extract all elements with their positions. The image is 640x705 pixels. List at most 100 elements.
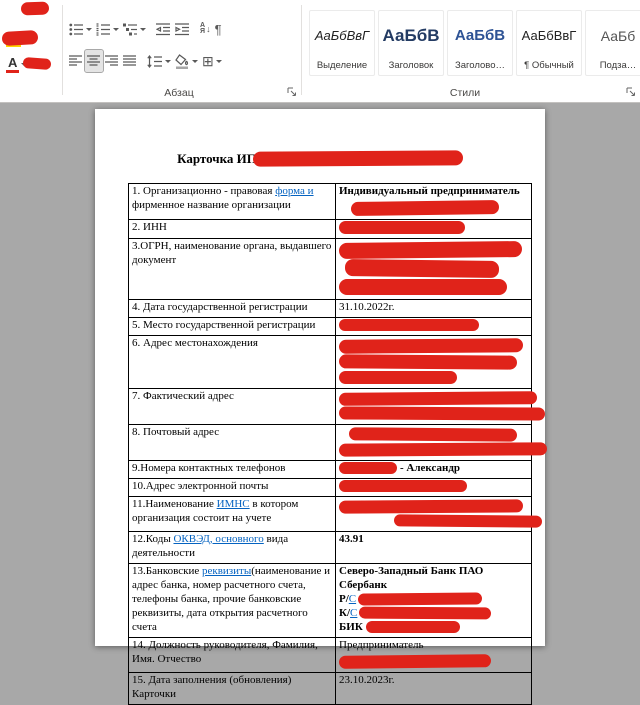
line-spacing-button[interactable] — [145, 50, 173, 72]
row4-label: 4. Дата государственной регистрации — [128, 298, 336, 318]
row11-value — [335, 495, 543, 532]
borders-button[interactable]: ⊞ — [200, 50, 224, 72]
redaction-mark — [252, 150, 463, 167]
hyperlink[interactable]: ОКВЭД, основного — [173, 533, 263, 545]
style-preview: АаБбВ — [454, 27, 506, 44]
increase-indent-icon — [175, 22, 189, 35]
redaction-mark — [338, 338, 524, 354]
document-page[interactable]: Карточка ИП 1. Организационно - правовая… — [95, 109, 548, 705]
align-left-button[interactable] — [67, 50, 85, 72]
align-left-icon — [69, 55, 82, 66]
bullet-list-icon — [69, 23, 83, 35]
row10-label: 10.Адрес электронной почты — [128, 477, 336, 497]
ribbon: ab А — [0, 0, 640, 103]
style-card-heading2[interactable]: АаБбВ Заголово… — [447, 10, 513, 76]
align-center-icon — [87, 55, 100, 66]
multilevel-list-icon — [123, 23, 137, 35]
row11-label: 11.Наименование ИМНС в котором организац… — [128, 495, 336, 532]
redaction-mark — [338, 499, 524, 514]
info-table: 1. Организационно - правовая форма и фир… — [128, 183, 548, 705]
redaction-mark — [339, 461, 397, 474]
hyperlink[interactable]: С — [349, 593, 356, 605]
row8-value — [335, 423, 548, 461]
table-row: 12.Коды ОКВЭД, основного вида деятельнос… — [128, 530, 532, 564]
row3-value — [335, 237, 532, 300]
increase-indent-button[interactable] — [173, 18, 192, 40]
styles-gallery: АаБбВвГ Выделение АаБбВ Заголовок АаБбВ … — [309, 10, 640, 76]
redaction-mark — [348, 427, 518, 442]
numbered-list-button[interactable] — [94, 18, 121, 40]
align-right-button[interactable] — [103, 50, 121, 72]
table-row: 11.Наименование ИМНС в котором организац… — [128, 495, 543, 532]
word-window: ab А — [0, 0, 640, 705]
table-row: 1. Организационно - правовая форма и фир… — [128, 183, 532, 220]
style-card-normal[interactable]: АаБбВвГ ¶ Обычный — [516, 10, 582, 76]
bullet-list-button[interactable] — [67, 18, 94, 40]
chevron-down-icon — [215, 59, 222, 63]
style-preview: АаБбВ — [382, 25, 440, 45]
style-preview: АаБб — [600, 27, 636, 44]
table-row: 10.Адрес электронной почты — [128, 477, 532, 497]
borders-icon: ⊞ — [202, 53, 214, 69]
row3-label: 3.ОГРН, наименование органа, выдавшего д… — [128, 237, 336, 300]
chevron-down-icon — [140, 27, 146, 31]
style-label: ¶ Обычный — [524, 60, 574, 71]
decrease-indent-button[interactable] — [154, 18, 173, 40]
row12-label: 12.Коды ОКВЭД, основного вида деятельнос… — [128, 530, 336, 564]
redaction-mark — [1, 30, 39, 46]
style-label: Подза… — [599, 60, 637, 71]
style-card-subtitle[interactable]: АаБб Подза… — [585, 10, 640, 76]
hyperlink[interactable]: С — [350, 607, 357, 619]
table-row: 15. Дата заполнения (обновления) Карточк… — [128, 671, 532, 705]
redaction-mark — [365, 620, 460, 633]
chevron-down-icon — [165, 59, 171, 63]
styles-dialog-launcher-icon[interactable] — [626, 87, 636, 97]
redaction-mark — [358, 592, 483, 606]
redaction-mark — [338, 406, 546, 421]
row5-value — [335, 316, 532, 336]
row7-label: 7. Фактический адрес — [128, 387, 336, 425]
chevron-down-icon — [86, 27, 92, 31]
paint-bucket-icon — [175, 53, 189, 69]
pilcrow-icon: ¶ — [214, 21, 222, 37]
row1-value: Индивидуальный предприниматель — [335, 183, 532, 220]
show-paragraph-marks-button[interactable]: ¶ — [213, 18, 224, 40]
table-row: 3.ОГРН, наименование органа, выдавшего д… — [128, 237, 532, 300]
row9-value: - Александр — [335, 459, 532, 479]
shading-button[interactable] — [173, 50, 200, 72]
align-right-icon — [105, 55, 118, 66]
table-row: 5. Место государственной регистрации — [128, 316, 532, 336]
paragraph-group-row2: ⊞ — [67, 49, 224, 73]
redaction-mark — [350, 199, 500, 217]
decrease-indent-icon — [156, 22, 170, 35]
style-card-heading1[interactable]: АаБбВ Заголовок — [378, 10, 444, 76]
redaction-mark — [339, 278, 507, 295]
hyperlink[interactable]: ИМНС — [217, 498, 250, 510]
table-row: 7. Фактический адрес — [128, 387, 546, 425]
paragraph-dialog-launcher-icon[interactable] — [287, 87, 297, 97]
redaction-mark — [338, 240, 523, 259]
sort-icon: АЯ ↓ — [200, 21, 211, 35]
justify-button[interactable] — [121, 50, 139, 72]
table-row: 2. ИНН — [128, 218, 532, 239]
style-preview: АаБбВвГ — [521, 28, 577, 43]
redaction-mark — [20, 1, 50, 16]
hyperlink[interactable]: форма и — [275, 185, 313, 197]
style-card-emphasis[interactable]: АаБбВвГ Выделение — [309, 10, 375, 76]
row12-value: 43.91 — [335, 530, 532, 564]
row6-label: 6. Адрес местонахождения — [128, 334, 336, 389]
redaction-mark — [359, 606, 492, 620]
bank-name: Северо-Западный Банк ПАО Сбербанк — [339, 564, 484, 591]
redaction-mark — [344, 258, 500, 278]
row14-label: 14. Должность руководителя, Фамилия, Имя… — [128, 636, 336, 673]
hyperlink[interactable]: реквизиты — [202, 565, 251, 577]
sort-button[interactable]: АЯ ↓ — [198, 18, 213, 40]
bank-corr-line: К/С — [339, 606, 528, 621]
row1-label: 1. Организационно - правовая форма и фир… — [128, 183, 336, 220]
document-title: Карточка ИП — [95, 150, 545, 167]
font-color-icon: А — [6, 55, 20, 74]
align-center-button[interactable] — [84, 49, 104, 73]
numbered-list-icon — [96, 22, 110, 36]
multilevel-list-button[interactable] — [121, 18, 148, 40]
styles-group-label: Стили — [449, 87, 481, 99]
